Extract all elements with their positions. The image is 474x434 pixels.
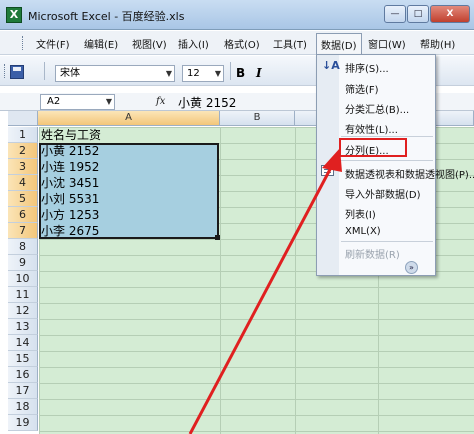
cell-a6[interactable]: 小方 1253 <box>41 207 99 223</box>
menu-item-pivot-table[interactable]: 数据透视表和数据透视图(P)... <box>345 166 474 181</box>
menu-item-refresh-data: 刷新数据(R) <box>345 250 400 261</box>
maximize-button[interactable]: □ <box>407 5 429 23</box>
menu-item-xml[interactable]: XML(X) <box>345 226 381 237</box>
sort-icon: ↓A <box>322 59 340 72</box>
menu-item-filter[interactable]: 筛选(F) <box>345 81 379 96</box>
row-header[interactable]: 16 <box>8 367 38 383</box>
row-header[interactable]: 7 <box>8 223 38 239</box>
menu-bar: 文件(F) 编辑(E) 视图(V) 插入(I) 格式(O) 工具(T) 数据(D… <box>0 31 474 55</box>
italic-button[interactable]: I <box>256 66 262 80</box>
name-box-value: A2 <box>47 96 61 107</box>
window-title: Microsoft Excel - 百度经验.xls <box>28 10 185 23</box>
cell-a7[interactable]: 小李 2675 <box>41 223 99 239</box>
row-header[interactable]: 11 <box>8 287 38 303</box>
row-header[interactable]: 19 <box>8 415 38 431</box>
toolbar-grip[interactable] <box>4 64 7 78</box>
font-name-select[interactable]: 宋体 ▼ <box>55 65 175 82</box>
minimize-button[interactable]: — <box>384 5 406 23</box>
highlight-box <box>339 138 407 157</box>
menu-item-subtotals[interactable]: 分类汇总(B)... <box>345 101 409 116</box>
row-header[interactable]: 10 <box>8 271 38 287</box>
excel-app-icon[interactable]: X <box>6 7 22 23</box>
font-size-value: 12 <box>187 68 200 79</box>
column-header-a[interactable]: A <box>38 111 220 126</box>
menu-separator <box>341 241 433 242</box>
menu-separator <box>341 160 433 161</box>
row-header[interactable]: 5 <box>8 191 38 207</box>
menu-file[interactable]: 文件(F) <box>36 36 70 51</box>
menu-insert[interactable]: 插入(I) <box>178 36 209 51</box>
fill-handle[interactable] <box>215 235 220 240</box>
menu-view[interactable]: 视图(V) <box>132 36 167 51</box>
chevron-down-icon[interactable]: ▼ <box>106 95 112 109</box>
pivot-table-icon <box>321 165 334 176</box>
menu-item-list[interactable]: 列表(I) <box>345 206 376 221</box>
menu-item-sort[interactable]: 排序(S)... <box>345 60 389 75</box>
font-name-value: 宋体 <box>60 68 80 79</box>
menu-data[interactable]: 数据(D) <box>316 33 362 55</box>
row-header[interactable]: 3 <box>8 159 38 175</box>
menu-help[interactable]: 帮助(H) <box>420 36 455 51</box>
toolbar-separator <box>230 62 231 80</box>
row-header[interactable]: 8 <box>8 239 38 255</box>
cell-a4[interactable]: 小沈 3451 <box>41 175 99 191</box>
title-bar: X Microsoft Excel - 百度经验.xls — □ X <box>0 0 474 30</box>
close-button[interactable]: X <box>430 5 470 23</box>
expand-chevron-icon[interactable]: » <box>405 261 418 274</box>
menu-item-import-external-data[interactable]: 导入外部数据(D) <box>345 186 421 201</box>
row-header[interactable]: 4 <box>8 175 38 191</box>
row-header[interactable]: 15 <box>8 351 38 367</box>
cell-a2[interactable]: 小黄 2152 <box>41 143 99 159</box>
row-header[interactable]: 17 <box>8 383 38 399</box>
select-all-corner[interactable] <box>8 111 38 126</box>
menu-edit[interactable]: 编辑(E) <box>84 36 118 51</box>
menu-separator <box>341 136 433 137</box>
data-menu-dropdown: ↓A 排序(S)... 筛选(F) 分类汇总(B)... 有效性(L)... 分… <box>316 54 474 276</box>
name-box[interactable]: A2 ▼ <box>40 94 115 110</box>
row-header[interactable]: 6 <box>8 207 38 223</box>
row-header[interactable]: 18 <box>8 399 38 415</box>
formula-input[interactable]: 小黄 2152 <box>178 94 236 111</box>
fx-icon[interactable]: fx <box>156 96 165 107</box>
menu-tools[interactable]: 工具(T) <box>273 36 307 51</box>
toolbar-separator <box>44 62 45 80</box>
save-icon[interactable] <box>10 65 24 79</box>
menu-format[interactable]: 格式(O) <box>224 36 260 51</box>
cell-a3[interactable]: 小连 1952 <box>41 159 99 175</box>
column-gridline <box>295 127 296 434</box>
row-header[interactable]: 9 <box>8 255 38 271</box>
row-header[interactable]: 12 <box>8 303 38 319</box>
chevron-down-icon[interactable]: ▼ <box>215 66 221 81</box>
font-size-select[interactable]: 12 ▼ <box>182 65 224 82</box>
bold-button[interactable]: B <box>236 66 245 80</box>
cell-a1[interactable]: 姓名与工资 <box>41 127 101 143</box>
column-gridline <box>220 127 221 434</box>
row-header[interactable]: 14 <box>8 335 38 351</box>
row-header[interactable]: 13 <box>8 319 38 335</box>
row-header[interactable]: 1 <box>8 127 38 143</box>
column-header-b[interactable]: B <box>220 111 295 126</box>
cell-a5[interactable]: 小刘 5531 <box>41 191 99 207</box>
menu-item-validation[interactable]: 有效性(L)... <box>345 121 398 136</box>
menu-grip[interactable] <box>22 36 25 50</box>
row-header[interactable]: 2 <box>8 143 38 159</box>
menu-window[interactable]: 窗口(W) <box>368 36 406 51</box>
chevron-down-icon[interactable]: ▼ <box>166 66 172 81</box>
